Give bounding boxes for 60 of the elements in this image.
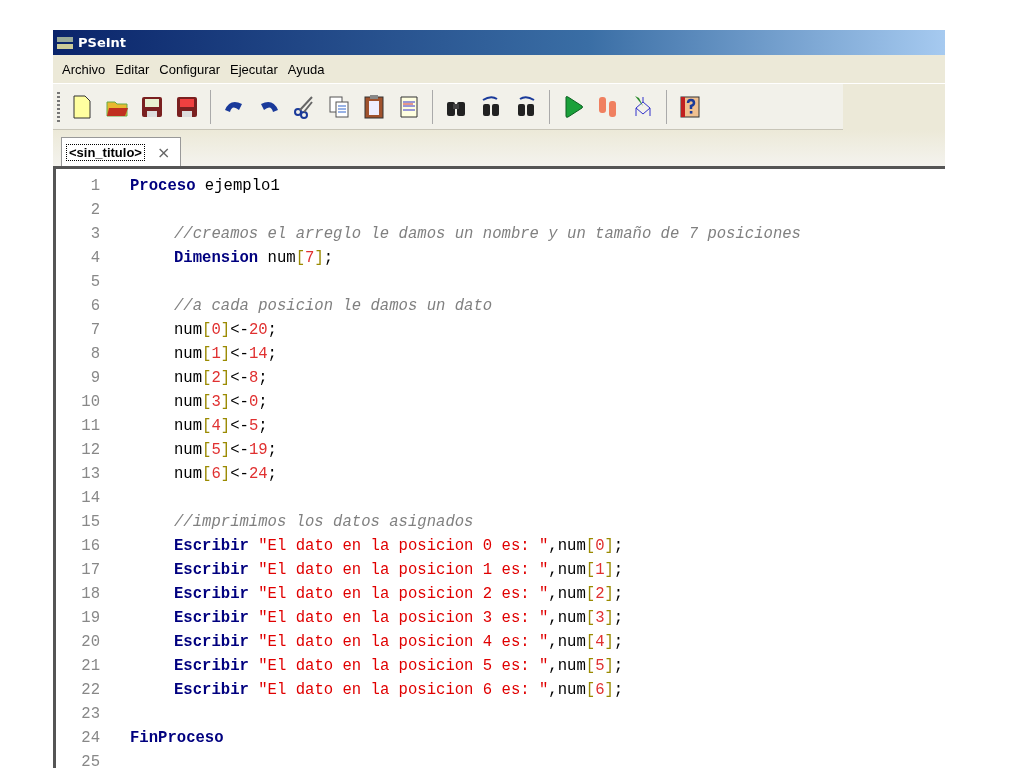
- line-number: 2: [89, 201, 100, 219]
- line-number: 8: [89, 345, 100, 363]
- line-number: 15: [80, 513, 100, 531]
- code-line: Escribir "El dato en la posicion 3 es: ",num[3];: [174, 609, 624, 627]
- line-number: 19: [80, 609, 100, 627]
- code-line: //a cada posicion le damos un dato: [174, 297, 493, 315]
- code-line: FinProceso: [130, 729, 224, 747]
- line-number: 21: [80, 657, 100, 675]
- code-line: num[3]<-0;: [174, 393, 268, 411]
- code-line: num[4]<-5;: [174, 417, 268, 435]
- menu-item[interactable]: Ejecutar: [225, 61, 283, 77]
- code-line: Escribir "El dato en la posicion 4 es: ",num[4];: [174, 633, 624, 651]
- line-number: 17: [80, 561, 100, 579]
- menu-item[interactable]: Editar: [110, 61, 155, 77]
- clipboard-icon: [362, 93, 386, 120]
- line-number: 20: [80, 633, 100, 651]
- code-line: Dimension num[7];: [174, 249, 334, 267]
- line-number: 1: [89, 177, 100, 195]
- line-number: 6: [89, 297, 100, 315]
- code-line: Escribir "El dato en la posicion 1 es: ",num[1];: [174, 561, 624, 579]
- document-icon: [397, 93, 421, 120]
- line-number: 5: [89, 273, 100, 291]
- line-number: 12: [80, 441, 100, 459]
- menu-item[interactable]: Configurar: [154, 61, 226, 77]
- tab-label: <sin_titulo>: [66, 143, 145, 161]
- code-line: num[5]<-19;: [174, 441, 277, 459]
- code-line: num[2]<-8;: [174, 369, 268, 387]
- line-number: 13: [80, 465, 100, 483]
- line-number: 9: [89, 369, 100, 387]
- code-line: //imprimimos los datos asignados: [174, 513, 474, 531]
- line-number: 25: [80, 753, 100, 768]
- window-title: PSeInt: [78, 35, 126, 50]
- line-number: 3: [89, 225, 100, 243]
- code-line: Escribir "El dato en la posicion 5 es: ",num[5];: [174, 657, 624, 675]
- code-line: num[0]<-20;: [174, 321, 277, 339]
- menu-item[interactable]: Archivo: [57, 61, 111, 77]
- copy-icon: [327, 93, 351, 120]
- close-button[interactable]: ×: [154, 142, 173, 162]
- menu-item[interactable]: Ayuda: [282, 61, 330, 77]
- help-book-icon: [678, 93, 702, 120]
- code-line: Proceso ejemplo1: [130, 177, 280, 195]
- line-number: 18: [80, 585, 100, 603]
- line-number: 23: [80, 705, 100, 723]
- code-line: Escribir "El dato en la posicion 0 es: ",num[0];: [174, 537, 624, 555]
- app-icon: [56, 35, 74, 50]
- line-number: 24: [80, 729, 100, 747]
- line-number: 22: [80, 681, 100, 699]
- line-number: 7: [89, 321, 100, 339]
- line-number: 10: [80, 393, 100, 411]
- line-number: 11: [80, 417, 100, 435]
- editor-tab[interactable]: <sin_titulo> ×: [61, 137, 182, 166]
- line-number: 4: [89, 249, 100, 267]
- line-number: 16: [80, 537, 100, 555]
- line-number: 14: [80, 489, 100, 507]
- code-line: Escribir "El dato en la posicion 2 es: ",num[2];: [174, 585, 624, 603]
- file-icon: [70, 93, 94, 120]
- code-line: num[1]<-14;: [174, 345, 277, 363]
- code-line: num[6]<-24;: [174, 465, 277, 483]
- code-line: Escribir "El dato en la posicion 6 es: ",num[6];: [174, 681, 624, 699]
- code-line: //creamos el arreglo le damos un nombre y un tamaño de 7 posiciones: [174, 225, 801, 243]
